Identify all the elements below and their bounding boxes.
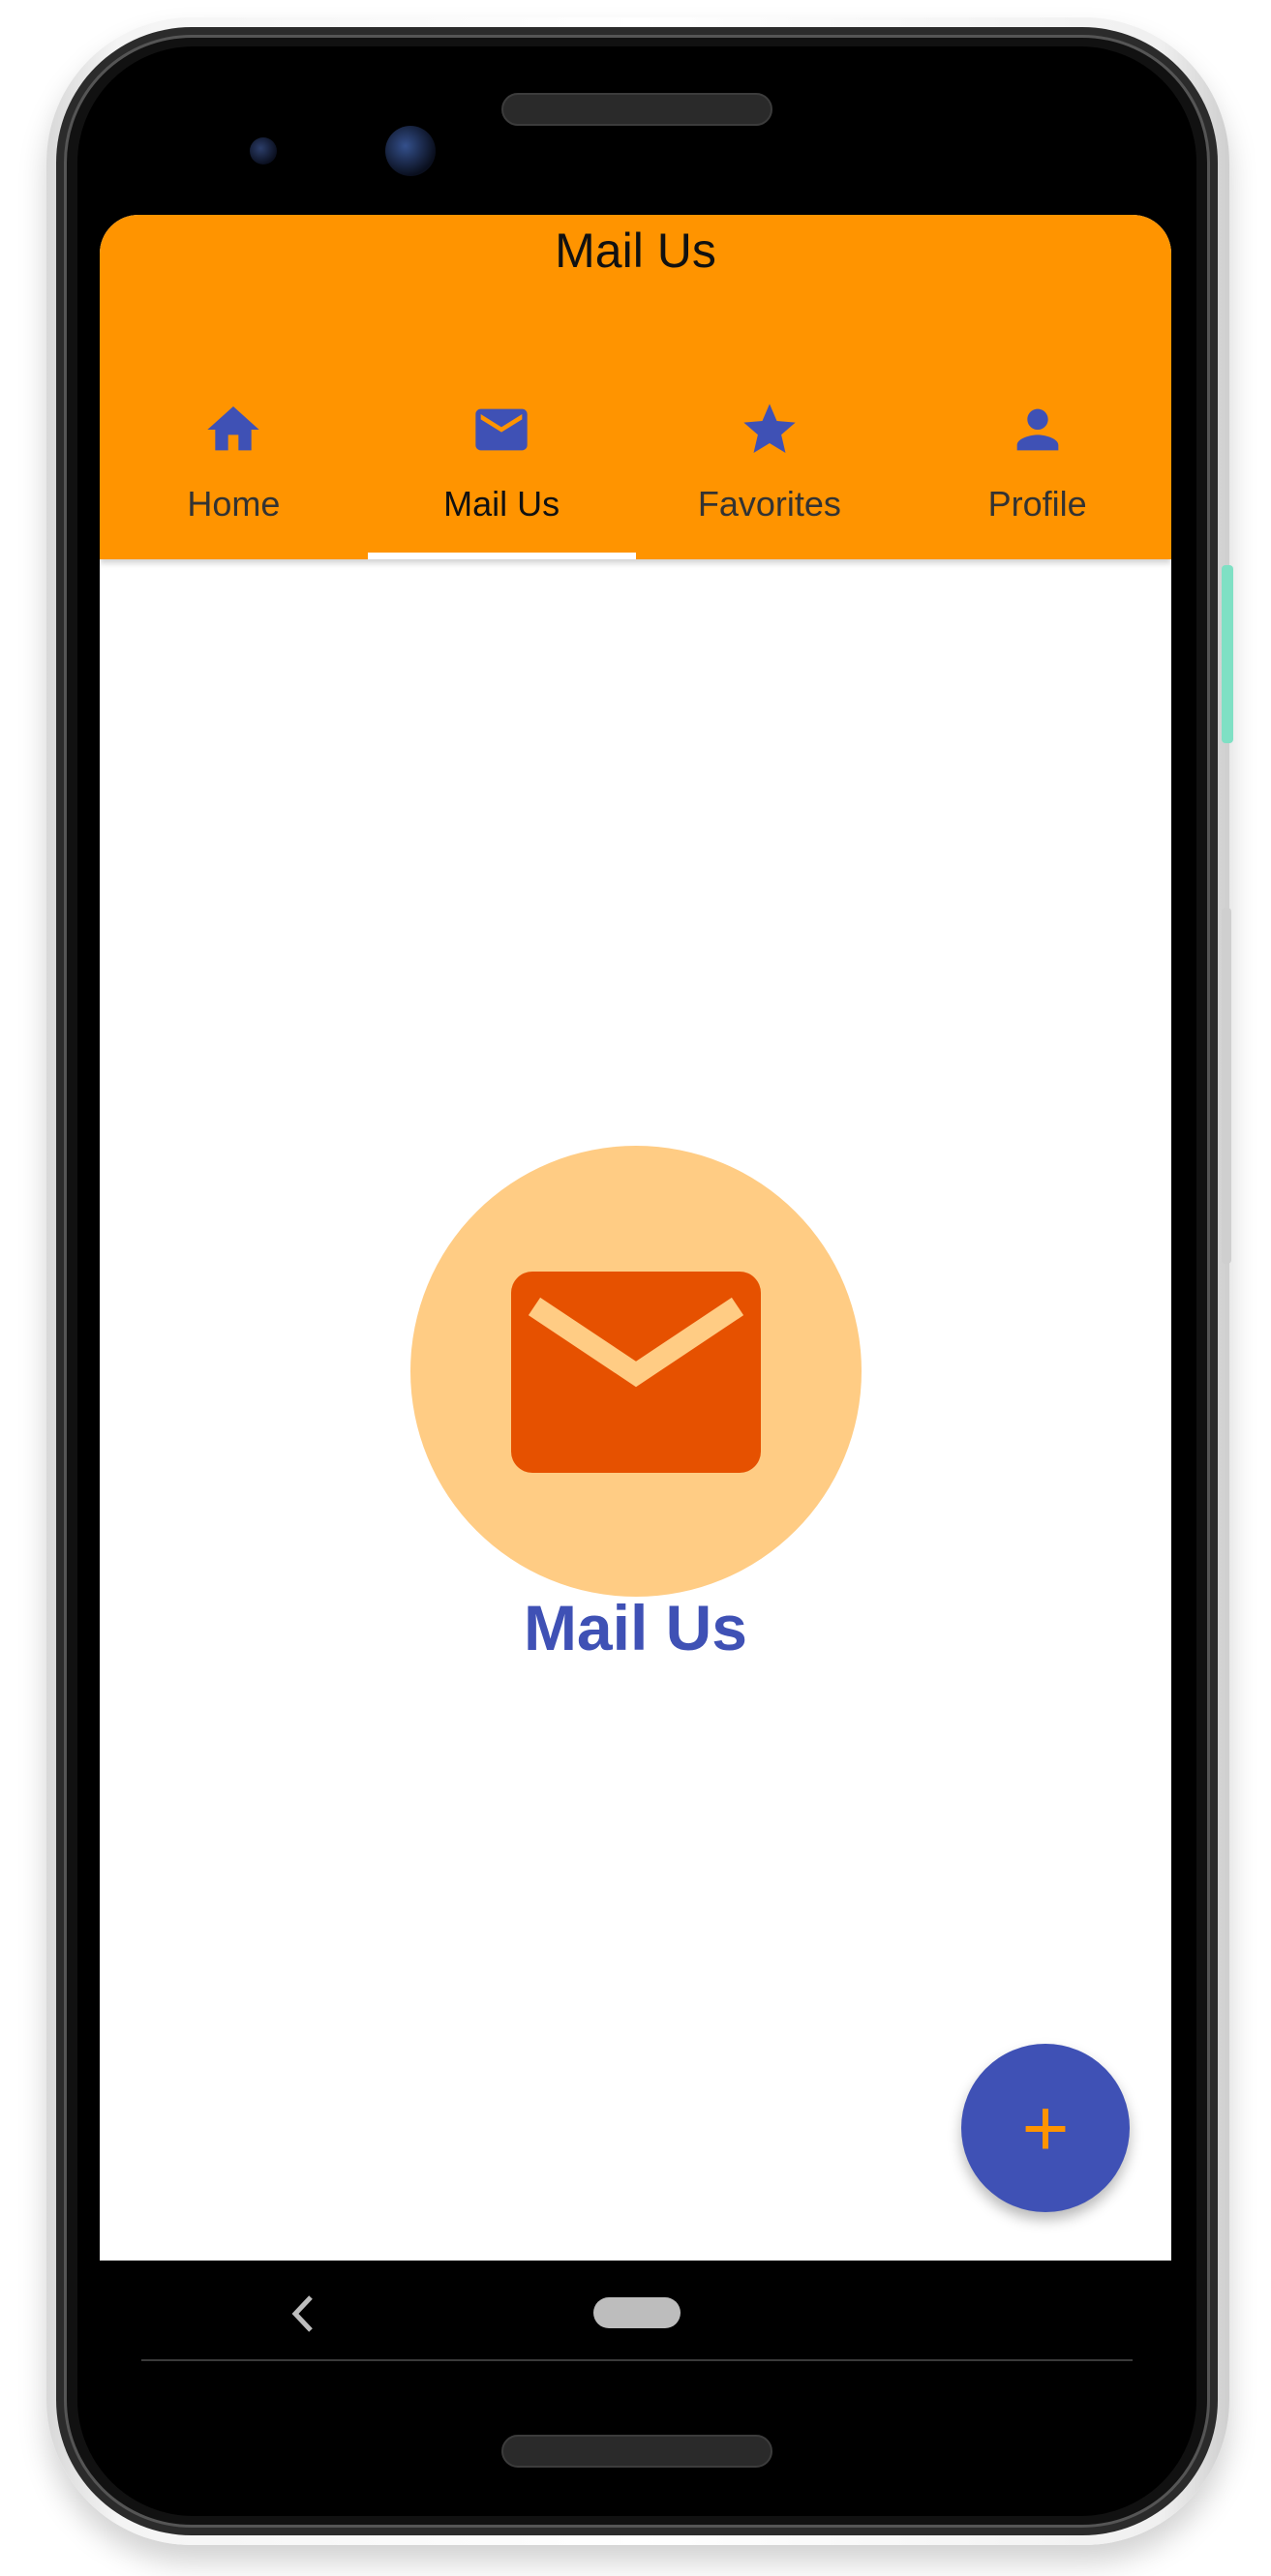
tab-favorites[interactable]: Favorites — [636, 370, 904, 559]
home-icon — [200, 397, 266, 463]
add-fab-button[interactable]: + — [961, 2044, 1130, 2212]
tab-mail-us[interactable]: Mail Us — [367, 370, 636, 559]
volume-button — [1222, 908, 1231, 1264]
person-icon — [1005, 397, 1071, 463]
earpiece-speaker — [501, 93, 772, 126]
app-bar: Mail Us Home Mail Us Favorites Profile — [100, 215, 1171, 559]
front-sensor — [250, 137, 277, 165]
content-title: Mail Us — [523, 1592, 748, 1663]
tab-label-home: Home — [187, 484, 281, 524]
app-screen: Mail Us Home Mail Us Favorites Profile M… — [100, 215, 1171, 2261]
chevron-left-icon[interactable] — [284, 2290, 322, 2338]
plus-icon: + — [1021, 2082, 1070, 2173]
mail-icon — [511, 1272, 761, 1473]
divider — [141, 2359, 1133, 2361]
front-camera — [385, 126, 436, 176]
power-button — [1222, 565, 1233, 743]
tab-home[interactable]: Home — [100, 370, 368, 559]
tab-profile[interactable]: Profile — [903, 370, 1171, 559]
system-navigation-bar — [100, 2261, 1171, 2365]
page-title: Mail Us — [555, 224, 716, 278]
star-icon — [737, 397, 802, 463]
home-pill-icon[interactable] — [593, 2297, 681, 2328]
mail-icon — [469, 397, 534, 463]
tab-label-profile: Profile — [987, 484, 1087, 524]
device-screenshot: Mail Us Home Mail Us Favorites Profile M… — [0, 0, 1271, 2576]
tab-bar: Home Mail Us Favorites Profile — [100, 370, 1171, 559]
tab-label-mail-us: Mail Us — [443, 484, 560, 524]
tab-label-favorites: Favorites — [697, 484, 841, 524]
active-tab-indicator — [367, 553, 636, 559]
bottom-speaker — [501, 2435, 772, 2468]
